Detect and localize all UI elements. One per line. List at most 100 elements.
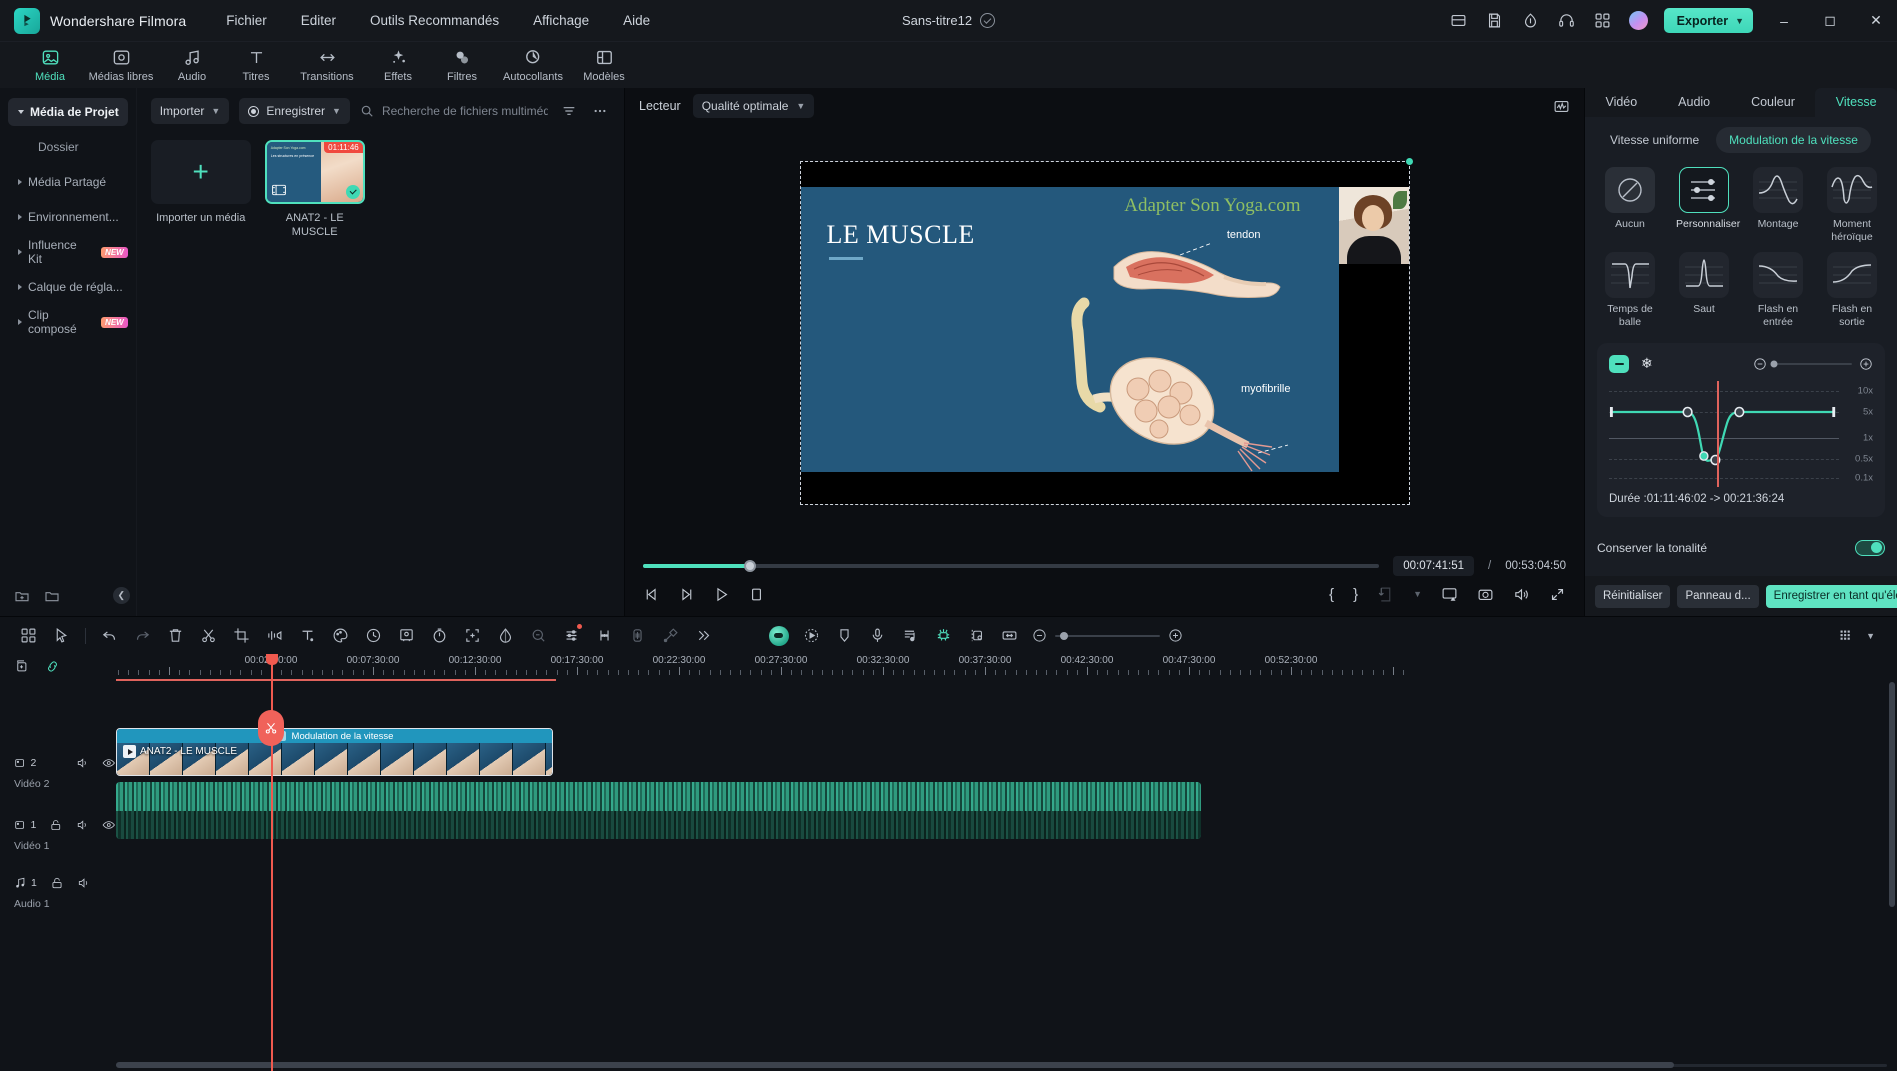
tab-couleur[interactable]: Couleur <box>1731 88 1816 117</box>
current-timecode[interactable]: 00:07:41:51 <box>1393 555 1475 576</box>
layout-grid-icon[interactable] <box>12 619 45 652</box>
new-folder-icon[interactable] <box>14 588 30 604</box>
crop-icon[interactable] <box>225 619 258 652</box>
window-maximize-button[interactable]: ◻ <box>1815 0 1845 42</box>
scroll-thumb[interactable] <box>1889 682 1895 907</box>
zoom-out-icon[interactable] <box>1032 628 1047 643</box>
save-as-custom-button[interactable]: Enregistrer en tant qu'élément pers... <box>1765 584 1897 608</box>
scroll-thumb[interactable] <box>116 1062 1675 1068</box>
mark-out-icon[interactable]: } <box>1353 586 1358 603</box>
split-scissors-icon[interactable] <box>192 619 225 652</box>
track-manager-icon[interactable] <box>1829 619 1862 652</box>
green-screen-icon[interactable] <box>390 619 423 652</box>
curve-zoom-knob[interactable] <box>1770 360 1778 368</box>
marker-icon[interactable] <box>654 619 687 652</box>
curve-zoom-slider[interactable] <box>1770 360 1852 368</box>
timeline-zoom-knob[interactable] <box>1060 631 1069 640</box>
export-frame-icon[interactable] <box>1377 586 1394 603</box>
tab-effets[interactable]: Effets <box>366 48 430 83</box>
reset-button[interactable]: Réinitialiser <box>1595 584 1671 608</box>
preset-saut[interactable]: Saut <box>1671 252 1737 329</box>
player-tab-label[interactable]: Lecteur <box>639 99 681 113</box>
menu-fichier[interactable]: Fichier <box>224 9 269 32</box>
import-media-box[interactable]: + <box>150 140 251 204</box>
mute-icon[interactable] <box>76 756 90 770</box>
import-button[interactable]: Importer ▼ <box>150 98 230 124</box>
clip-video2[interactable]: Modulation de la vitesse ANAT2 - LE MUSC… <box>116 728 553 776</box>
clip-speed-ramp-badge[interactable]: Modulation de la vitesse <box>117 729 552 743</box>
mark-in-icon[interactable]: { <box>1329 586 1334 603</box>
tab-video[interactable]: Vidéo <box>1585 88 1658 117</box>
chevron-down-icon[interactable]: ▼ <box>1413 589 1422 599</box>
smart-cutout-icon[interactable] <box>927 619 960 652</box>
speed-curve-keyframes[interactable] <box>1609 383 1839 481</box>
curve-playhead[interactable] <box>1717 380 1720 487</box>
fullscreen-icon[interactable] <box>1549 586 1566 603</box>
sidebar-item-media-de-projet[interactable]: Média de Projet <box>8 98 128 126</box>
preset-montage[interactable]: Montage <box>1745 166 1811 244</box>
timeline-ruler[interactable]: 00:02:30:00 00:07:30:00 00:12:30:00 00:1… <box>116 654 1897 680</box>
split-at-playhead-button[interactable] <box>258 710 284 746</box>
tab-audio[interactable]: Audio <box>1658 88 1731 117</box>
tab-filtres[interactable]: Filtres <box>430 48 494 83</box>
preset-personnaliser[interactable]: Personnaliser <box>1671 166 1740 244</box>
timeline-vertical-scrollbar[interactable] <box>1889 682 1895 1057</box>
stop-icon[interactable] <box>748 586 765 603</box>
sidebar-item-environnement[interactable]: Environnement... <box>8 203 128 231</box>
save-project-icon[interactable] <box>1449 11 1469 31</box>
visibility-eye-icon[interactable] <box>102 818 116 832</box>
shield-badge-icon[interactable] <box>828 619 861 652</box>
tab-transitions[interactable]: Transitions <box>288 48 366 83</box>
folder-icon[interactable] <box>44 588 60 604</box>
performance-icon[interactable] <box>1521 11 1541 31</box>
undo-icon[interactable] <box>93 619 126 652</box>
more-dots-icon[interactable] <box>589 100 610 122</box>
speed-mode-uniform[interactable]: Vitesse uniforme <box>1597 127 1712 153</box>
panel-button[interactable]: Panneau d... <box>1677 584 1759 608</box>
seek-knob[interactable] <box>743 559 756 572</box>
tab-titres[interactable]: Titres <box>224 48 288 83</box>
menu-editer[interactable]: Editer <box>299 9 338 32</box>
preset-aucun[interactable]: Aucun <box>1597 166 1663 244</box>
auto-reframe-icon[interactable] <box>456 619 489 652</box>
search-input[interactable]: Recherche de fichiers multimédia <box>360 104 548 118</box>
tab-audio[interactable]: Audio <box>160 48 224 83</box>
menu-outils-recommandes[interactable]: Outils Recommandés <box>368 9 501 32</box>
preset-moment-heroique[interactable]: Moment héroïque <box>1819 166 1885 244</box>
preset-flash-en-entree[interactable]: Flash en entrée <box>1745 252 1811 329</box>
menu-affichage[interactable]: Affichage <box>531 9 591 32</box>
lock-icon[interactable] <box>49 756 63 770</box>
mute-icon[interactable] <box>76 818 90 832</box>
audio-detach-icon[interactable] <box>258 619 291 652</box>
sidebar-item-dossier[interactable]: Dossier <box>8 133 128 161</box>
import-media-cell[interactable]: + Importer un média <box>150 140 251 240</box>
speed-mode-ramp[interactable]: Modulation de la vitesse <box>1716 126 1871 153</box>
tab-modeles[interactable]: Modèles <box>572 48 636 83</box>
timeline-canvas[interactable]: 00:02:30:00 00:07:30:00 00:12:30:00 00:1… <box>116 654 1897 1071</box>
speed-curve-graph[interactable]: 10x 5x 1x 0.5x 0.1x <box>1609 380 1873 487</box>
clip-video1[interactable] <box>116 782 1201 839</box>
adjust-sliders-icon[interactable] <box>555 619 588 652</box>
tab-autocollants[interactable]: Autocollants <box>494 48 572 83</box>
sidebar-item-media-partage[interactable]: Média Partagé <box>8 168 128 196</box>
tab-vitesse[interactable]: Vitesse <box>1815 88 1897 117</box>
timeline-zoom-slider[interactable] <box>1055 631 1160 640</box>
visibility-eye-icon[interactable] <box>102 756 116 770</box>
mask-icon[interactable] <box>489 619 522 652</box>
record-button[interactable]: Enregistrer ▼ <box>239 98 350 124</box>
more-chevrons-icon[interactable] <box>687 619 720 652</box>
next-frame-icon[interactable] <box>678 586 695 603</box>
keep-pitch-toggle[interactable] <box>1855 539 1885 556</box>
timeline-horizontal-scrollbar[interactable] <box>116 1062 1887 1068</box>
preset-temps-de-balle[interactable]: Temps de balle <box>1597 252 1663 329</box>
speed-clock-icon[interactable] <box>357 619 390 652</box>
play-icon[interactable] <box>713 586 730 603</box>
redo-icon[interactable] <box>126 619 159 652</box>
scene-detect-icon[interactable] <box>960 619 993 652</box>
sidebar-item-influence-kit[interactable]: Influence Kit NEW <box>8 238 128 266</box>
fit-width-icon[interactable] <box>993 619 1026 652</box>
sidebar-item-calque-de-reglage[interactable]: Calque de régla... <box>8 273 128 301</box>
timer-duration-icon[interactable] <box>423 619 456 652</box>
microphone-icon[interactable] <box>861 619 894 652</box>
canvas-handle-top-right[interactable] <box>1405 158 1413 165</box>
